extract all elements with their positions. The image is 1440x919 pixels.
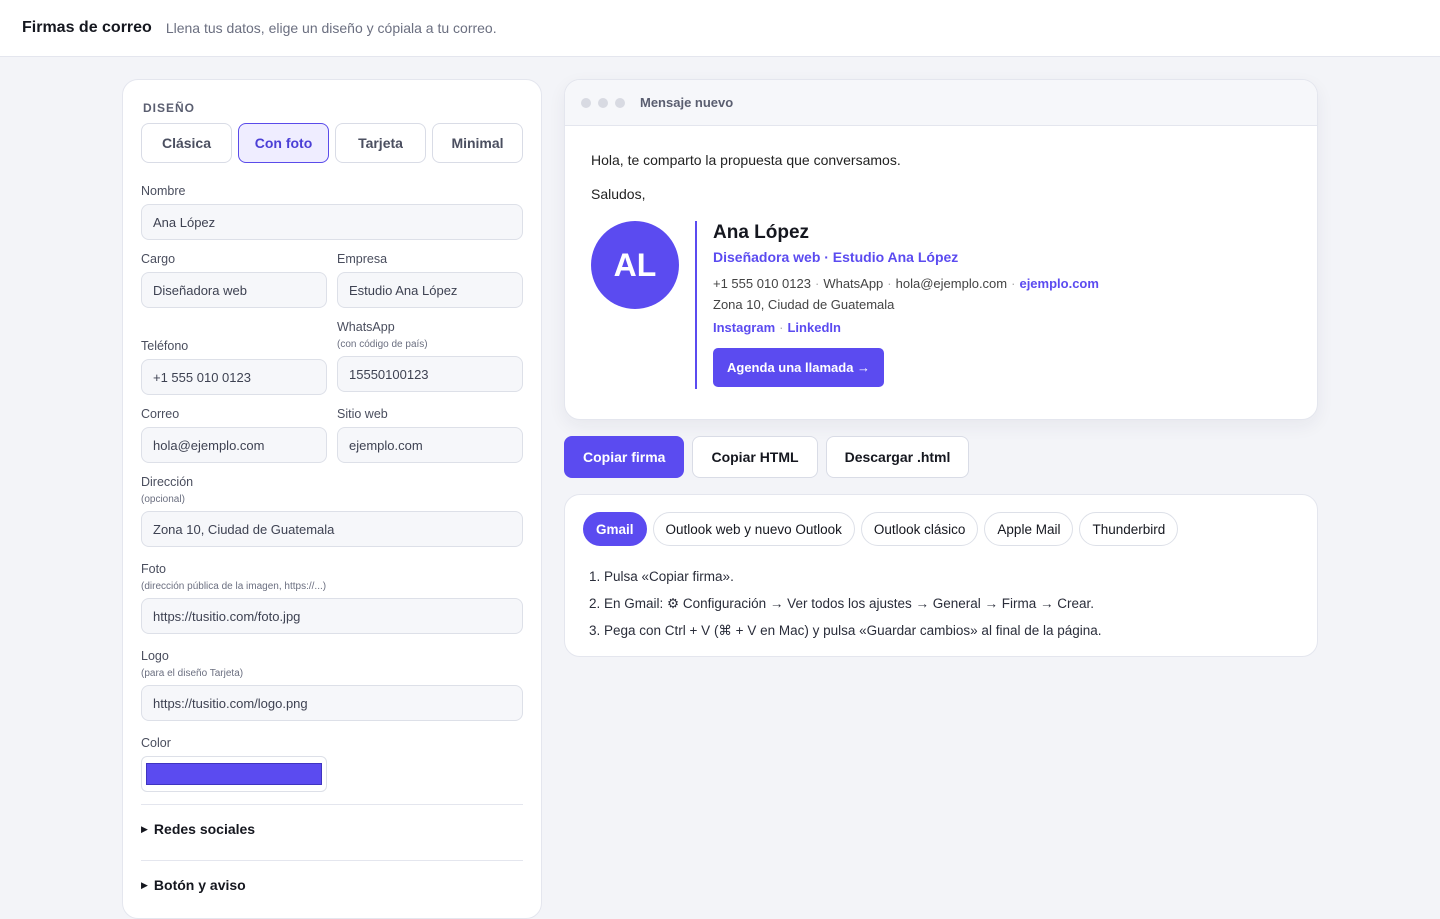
- design-tab-clasica[interactable]: Clásica: [141, 123, 232, 163]
- sitio-web-field-group: Sitio web ejemplo.com: [337, 407, 523, 463]
- preview-window-title: Mensaje nuevo: [640, 95, 734, 110]
- preview-closing: Saludos,: [591, 186, 646, 202]
- whatsapp-hint: (con código de país): [337, 339, 428, 350]
- logo-field-group: Logo (para el diseño Tarjeta) https://tu…: [141, 649, 523, 721]
- install-instructions-panel: Gmail Outlook web y nuevo Outlook Outloo…: [564, 494, 1318, 657]
- signature-contact-line: +1 555 010 0123 · WhatsApp · hola@ejemplo.co…: [713, 276, 1099, 291]
- signature-form-panel: DISEÑO Clásica Con foto Tarjeta Minimal …: [122, 79, 542, 919]
- signature-name: Ana López: [713, 222, 810, 243]
- signature-role: Diseñadora web · Estudio Ana López: [713, 249, 959, 265]
- design-tab-tarjeta[interactable]: Tarjeta: [335, 123, 426, 163]
- copy-html-button[interactable]: Copiar HTML: [692, 436, 818, 478]
- signature-details: Ana López Diseñadora web · Estudio Ana L…: [713, 221, 1099, 389]
- linkedin-link[interactable]: LinkedIn: [787, 320, 840, 335]
- nombre-label: Nombre: [141, 184, 186, 198]
- client-tab-outlook-web[interactable]: Outlook web y nuevo Outlook: [652, 512, 855, 546]
- correo-input[interactable]: hola@ejemplo.com: [141, 427, 327, 463]
- cargo-field-group: Cargo Diseñadora web: [141, 252, 327, 308]
- direccion-input[interactable]: Zona 10, Ciudad de Guatemala: [141, 511, 523, 547]
- whatsapp-label: WhatsApp: [337, 320, 395, 334]
- redes-sociales-label: Redes sociales: [153, 821, 256, 837]
- download-html-button[interactable]: Descargar .html: [825, 436, 970, 478]
- correo-field-group: Correo hola@ejemplo.com: [141, 407, 327, 463]
- signature-accent-line: [695, 221, 697, 389]
- boton-aviso-toggle[interactable]: ▶ Botón y aviso: [141, 877, 246, 893]
- avatar: AL: [591, 221, 679, 309]
- empresa-label: Empresa: [337, 252, 388, 266]
- color-swatch: [146, 763, 322, 785]
- logo-hint: (para el diseño Tarjeta): [141, 668, 244, 679]
- color-field-group: Color: [141, 736, 523, 792]
- design-tab-minimal[interactable]: Minimal: [432, 123, 523, 163]
- color-label: Color: [141, 736, 171, 750]
- window-dot-icon: [598, 97, 608, 108]
- divider: [141, 860, 523, 861]
- client-tab-apple-mail[interactable]: Apple Mail: [984, 512, 1074, 546]
- direccion-hint: (opcional): [141, 494, 185, 505]
- logo-label: Logo: [141, 649, 169, 663]
- sitio-web-label: Sitio web: [337, 407, 388, 421]
- instruction-step: 3. Pega con Ctrl + V (⌘ + V en Mac) y pu…: [589, 623, 1102, 638]
- foto-url-input[interactable]: https://tusitio.com/foto.jpg: [141, 598, 523, 634]
- signature-phone: +1 555 010 0123: [713, 276, 811, 291]
- divider: [141, 804, 523, 805]
- telefono-input[interactable]: +1 555 010 0123: [141, 359, 327, 395]
- expand-triangle-icon: ▶: [141, 879, 148, 890]
- foto-field-group: Foto (dirección pública de la imagen, ht…: [141, 562, 523, 634]
- top-bar: Firmas de correo Llena tus datos, elige …: [0, 0, 1440, 57]
- direccion-label: Dirección: [141, 475, 194, 489]
- app-subtitle: Llena tus datos, elige un diseño y cópia…: [165, 20, 497, 36]
- schedule-call-button[interactable]: Agenda una llamada →: [713, 348, 885, 387]
- preview-body: Hola, te comparto la propuesta que conve…: [565, 126, 1317, 202]
- cargo-label: Cargo: [141, 252, 176, 266]
- signature-whatsapp-link[interactable]: WhatsApp: [823, 276, 883, 291]
- signature-email-link[interactable]: hola@ejemplo.com: [896, 276, 1007, 291]
- telefono-field-group: Teléfono +1 555 010 0123: [141, 339, 327, 395]
- client-tab-thunderbird[interactable]: Thunderbird: [1079, 512, 1179, 546]
- preview-greeting: Hola, te comparto la propuesta que conve…: [591, 152, 901, 168]
- nombre-field-group: Nombre Ana López: [141, 184, 523, 240]
- signature-address: Zona 10, Ciudad de Guatemala: [713, 297, 895, 312]
- email-preview-window: Mensaje nuevo Hola, te comparto la propu…: [564, 79, 1318, 420]
- preview-title-bar: Mensaje nuevo: [565, 80, 1317, 126]
- correo-label: Correo: [141, 407, 180, 421]
- color-picker[interactable]: [141, 756, 327, 792]
- signature-preview: AL Ana López Diseñadora web · Estudio An…: [591, 221, 1099, 389]
- design-tabs: Clásica Con foto Tarjeta Minimal: [141, 123, 523, 163]
- client-tab-outlook-classic[interactable]: Outlook clásico: [860, 512, 979, 546]
- window-dot-icon: [615, 97, 625, 108]
- boton-aviso-label: Botón y aviso: [153, 877, 246, 893]
- cargo-input[interactable]: Diseñadora web: [141, 272, 327, 308]
- empresa-input[interactable]: Estudio Ana López: [337, 272, 523, 308]
- empresa-field-group: Empresa Estudio Ana López: [337, 252, 523, 308]
- instruction-step: 2. En Gmail: ⚙ Configuración → Ver todos…: [589, 596, 1095, 611]
- client-tab-gmail[interactable]: Gmail: [583, 512, 647, 546]
- email-client-tabs: Gmail Outlook web y nuevo Outlook Outloo…: [583, 512, 1317, 546]
- whatsapp-field-group: WhatsApp (con código de país) 1555010012…: [337, 320, 523, 392]
- whatsapp-input[interactable]: 15550100123: [337, 356, 523, 392]
- signature-website-link[interactable]: ejemplo.com: [1019, 276, 1098, 291]
- instruction-steps: 1. Pulsa «Copiar firma». 2. En Gmail: ⚙ …: [583, 563, 1317, 644]
- signature-social-links: Instagram · LinkedIn: [713, 320, 841, 335]
- redes-sociales-toggle[interactable]: ▶ Redes sociales: [141, 821, 255, 837]
- logo-url-input[interactable]: https://tusitio.com/logo.png: [141, 685, 523, 721]
- foto-hint: (dirección pública de la imagen, https:/…: [141, 581, 327, 592]
- direccion-field-group: Dirección (opcional) Zona 10, Ciudad de …: [141, 475, 523, 547]
- expand-triangle-icon: ▶: [141, 823, 148, 834]
- copy-signature-button[interactable]: Copiar firma: [564, 436, 685, 478]
- design-tab-con-foto[interactable]: Con foto: [238, 123, 329, 163]
- action-buttons: Copiar firma Copiar HTML Descargar .html: [564, 436, 970, 478]
- sitio-web-input[interactable]: ejemplo.com: [337, 427, 523, 463]
- instagram-link[interactable]: Instagram: [713, 320, 775, 335]
- telefono-label: Teléfono: [141, 339, 189, 353]
- instruction-step: 1. Pulsa «Copiar firma».: [589, 569, 734, 584]
- app-title: Firmas de correo: [22, 19, 152, 36]
- design-section-label: DISEÑO: [143, 101, 196, 115]
- nombre-input[interactable]: Ana López: [141, 204, 523, 240]
- window-dot-icon: [581, 97, 591, 108]
- foto-label: Foto: [141, 562, 167, 576]
